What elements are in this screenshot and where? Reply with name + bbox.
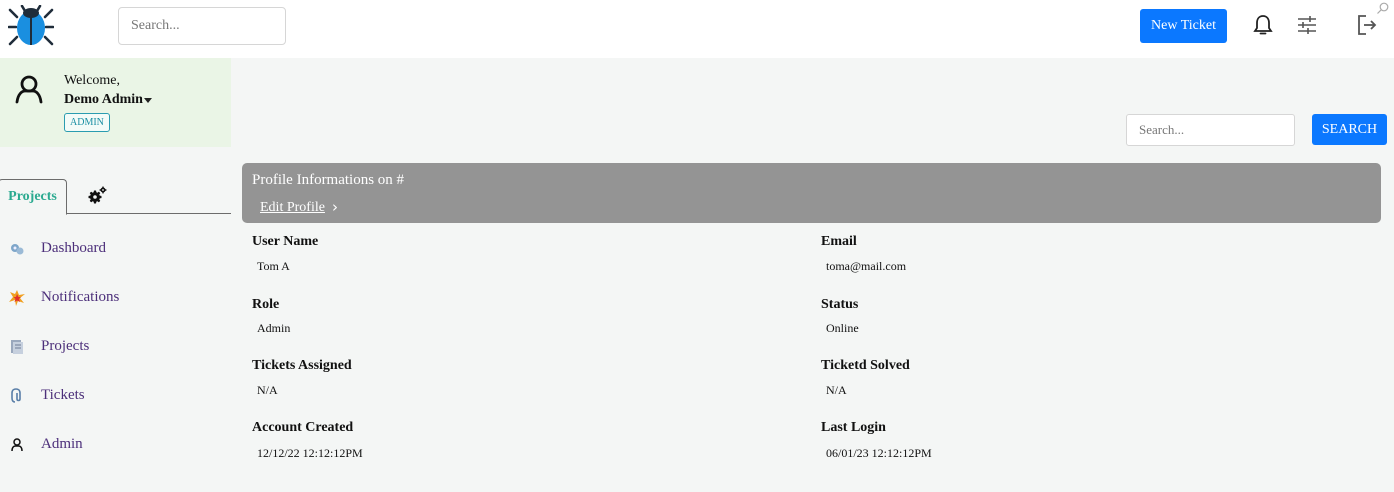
sidebar-item-tickets[interactable]: Tickets: [0, 376, 231, 416]
dashboard-icon: [11, 244, 24, 255]
field-value-last-login: 06/01/23 12:12:12PM: [826, 446, 932, 460]
field-value-role: Admin: [257, 321, 291, 335]
sidebar-item-label: Tickets: [41, 387, 85, 403]
field-value-email: toma@mail.com: [826, 259, 907, 273]
logout-icon[interactable]: [1356, 13, 1378, 37]
projects-icon: [11, 340, 23, 354]
profile-title: Profile Informations on #: [252, 172, 405, 188]
field-value-tickets-assigned: N/A: [257, 383, 278, 397]
sidebar-item-label: Dashboard: [41, 240, 106, 256]
search-button[interactable]: SEARCH: [1312, 114, 1387, 145]
sidebar-item-projects[interactable]: Projects: [0, 327, 231, 367]
sidebar-item-label: Notifications: [41, 289, 120, 305]
bell-icon[interactable]: [1252, 13, 1274, 37]
tab-settings[interactable]: [67, 179, 131, 214]
field-label-email: Email: [821, 234, 857, 249]
profile-header: Profile Informations on # Edit Profile ›: [242, 163, 1381, 223]
tickets-icon: [11, 388, 21, 403]
gears-icon: [88, 186, 107, 204]
field-label-tickets-assigned: Tickets Assigned: [252, 358, 352, 373]
field-label-user-name: User Name: [252, 234, 319, 249]
field-label-tickets-solved: Ticketd Solved: [821, 358, 910, 373]
chevron-down-icon[interactable]: [144, 98, 152, 103]
field-label-account-created: Account Created: [252, 420, 354, 435]
tab-projects[interactable]: Projects: [0, 179, 67, 215]
chevron-right-icon[interactable]: ›: [332, 198, 338, 216]
field-value-account-created: 12/12/22 12:12:12PM: [257, 446, 363, 460]
sidebar-item-dashboard[interactable]: Dashboard: [0, 229, 231, 269]
bug-logo-icon[interactable]: [8, 5, 54, 47]
sidebar-item-label: Projects: [41, 338, 90, 354]
sidebar-item-admin[interactable]: Admin: [0, 425, 231, 465]
field-value-user-name: Tom A: [257, 259, 290, 273]
field-label-last-login: Last Login: [821, 420, 886, 435]
welcome-panel: Welcome, Demo Admin ADMIN: [0, 58, 231, 147]
role-badge: ADMIN: [64, 113, 110, 132]
top-bar: New Ticket: [0, 0, 1394, 58]
notifications-icon: [9, 290, 25, 306]
sidebar-item-notifications[interactable]: Notifications: [0, 278, 231, 318]
user-icon: [15, 75, 43, 104]
field-label-role: Role: [252, 297, 280, 312]
field-value-status: Online: [826, 321, 859, 335]
user-name-dropdown[interactable]: Demo Admin: [64, 92, 143, 108]
field-label-status: Status: [821, 297, 859, 312]
sliders-icon[interactable]: [1296, 13, 1318, 37]
edit-profile-link[interactable]: Edit Profile: [260, 200, 325, 216]
search-icon[interactable]: [1376, 2, 1390, 16]
field-value-tickets-solved: N/A: [826, 383, 847, 397]
sidebar-tabs: Projects: [0, 178, 231, 215]
sidebar-item-label: Admin: [41, 436, 83, 452]
admin-icon: [11, 438, 23, 452]
new-ticket-button[interactable]: New Ticket: [1140, 9, 1227, 43]
top-search-input[interactable]: [118, 7, 286, 45]
welcome-label: Welcome,: [64, 73, 121, 88]
main-search-input[interactable]: [1126, 114, 1295, 146]
